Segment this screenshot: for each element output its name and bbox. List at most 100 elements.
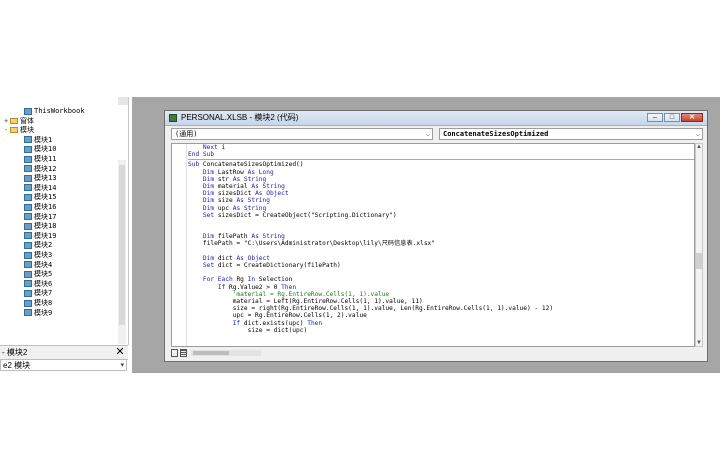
code-text: sizesDict = CreateObject("Scripting.Dict… — [214, 211, 397, 219]
code-line[interactable] — [188, 248, 694, 255]
code-window: PERSONAL.XLSB - 模块2 (代码) – □ ✕ (通用) ⌵ Co… — [164, 110, 708, 362]
scroll-down-arrow-icon[interactable]: ▼ — [695, 339, 703, 347]
code-line[interactable]: upc = Rg.EntireRow.Cells(1, 2).value — [188, 312, 694, 319]
code-text: size = dict(upc) — [188, 326, 308, 334]
procedure-combo[interactable]: ConcatenateSizesOptimized ⌵ — [439, 128, 703, 140]
module-icon — [24, 213, 32, 221]
tree-item[interactable]: 模块12 — [18, 165, 56, 174]
code-keyword: Sub — [188, 161, 200, 169]
code-line[interactable]: Sub ConcatenateSizesOptimized() — [188, 161, 694, 168]
code-margin[interactable] — [172, 144, 187, 346]
code-editor[interactable]: Next i End Sub Sub ConcatenateSizesOptimiz… — [171, 143, 695, 347]
code-line[interactable]: material = Left(Rg.EntireRow.Cells(1, 1)… — [188, 298, 694, 305]
code-text: ConcatenateSizesOptimized() — [199, 161, 304, 169]
tree-item[interactable]: 模块8 — [18, 299, 52, 308]
tree-item[interactable]: 模块9 — [18, 309, 52, 318]
code-line[interactable]: Set dict = CreateDictionary(filePath) — [188, 262, 694, 269]
tree-item-label: ThisWorkbook — [34, 107, 85, 115]
code-keyword: Set — [202, 211, 215, 219]
object-combo[interactable]: (通用) ⌵ — [171, 128, 433, 140]
code-line[interactable]: Next i — [188, 144, 694, 151]
close-icon[interactable]: ✕ — [114, 346, 126, 359]
scroll-up-arrow-icon[interactable]: ▲ — [695, 143, 703, 151]
project-explorer-scroll-thumb[interactable] — [119, 165, 125, 325]
code-text: size = right(Rg.EntireRow.Cells(1, 1).va… — [188, 305, 554, 313]
tree-item[interactable]: 模块2 — [18, 241, 52, 250]
tree-item[interactable]: 模块11 — [18, 155, 56, 164]
tree-item-label: 模块17 — [34, 212, 57, 221]
tree-item[interactable]: 模块18 — [18, 222, 56, 231]
module-icon — [24, 136, 32, 144]
code-keyword: As String — [251, 182, 285, 190]
tree-item-label: 模块12 — [34, 164, 57, 173]
module-icon — [24, 251, 32, 259]
tree-item[interactable]: 模块7 — [18, 289, 52, 298]
code-text: Selection — [255, 276, 293, 284]
code-vertical-scrollbar[interactable] — [695, 143, 703, 347]
tree-item[interactable]: + 窗体 — [4, 117, 34, 126]
project-explorer-scroll-up[interactable] — [118, 97, 128, 105]
properties-object-select[interactable]: e2 模块 ▾ — [0, 359, 127, 371]
tree-item[interactable]: 模块14 — [18, 184, 56, 193]
code-line[interactable]: size = right(Rg.EntireRow.Cells(1, 1).va… — [188, 305, 694, 312]
minimize-button[interactable]: – — [647, 113, 663, 122]
code-line[interactable]: Dim str As String — [188, 176, 694, 183]
code-keyword: Dim — [202, 204, 215, 212]
tree-item[interactable]: - 模块 — [4, 126, 34, 135]
code-window-titlebar[interactable]: PERSONAL.XLSB - 模块2 (代码) – □ ✕ — [165, 111, 707, 126]
tree-item[interactable]: 模块4 — [18, 261, 52, 270]
tree-item[interactable]: 模块16 — [18, 203, 56, 212]
module-icon — [24, 203, 32, 211]
code-line[interactable]: If Rg.Value2 > 0 Then — [188, 284, 694, 291]
code-line[interactable]: If dict.exists(upc) Then — [188, 320, 694, 327]
code-text: LastRow — [214, 168, 248, 176]
full-module-view-icon[interactable] — [180, 349, 187, 357]
tree-item[interactable]: 模块10 — [18, 145, 56, 154]
tree-item[interactable]: 模块1 — [18, 136, 52, 145]
module-icon — [24, 184, 32, 192]
code-text: str — [214, 175, 233, 183]
code-line[interactable]: Dim upc As String — [188, 205, 694, 212]
tree-item[interactable]: 模块5 — [18, 270, 52, 279]
code-vertical-scroll-thumb[interactable] — [696, 253, 702, 269]
code-text: i — [217, 144, 226, 151]
tree-item[interactable]: 模块17 — [18, 213, 56, 222]
close-button[interactable]: ✕ — [681, 113, 703, 122]
code-keyword: As String — [232, 204, 267, 212]
tree-item[interactable]: 模块3 — [18, 251, 52, 260]
code-line[interactable] — [188, 226, 694, 233]
tree-item[interactable]: ThisWorkbook — [18, 107, 85, 116]
code-text: upc = Rg.EntireRow.Cells(1, 2).value — [188, 312, 367, 320]
code-line[interactable] — [188, 269, 694, 276]
code-keyword: Dim — [202, 175, 215, 183]
tree-item[interactable]: 模块19 — [18, 232, 56, 241]
code-line[interactable]: End Sub — [188, 151, 694, 158]
code-line[interactable]: Dim sizesDict As Object — [188, 190, 694, 197]
code-line[interactable]: Dim dict As Object — [188, 255, 694, 262]
tree-item[interactable]: 模块6 — [18, 280, 52, 289]
tree-item[interactable]: 模块13 — [18, 174, 56, 183]
chevron-down-icon: ⌵ — [695, 130, 700, 138]
code-line[interactable]: Dim material As String — [188, 183, 694, 190]
code-line[interactable]: 'material = Rg.EntireRow.Cells(1, 1).val… — [188, 291, 694, 298]
maximize-button[interactable]: □ — [664, 113, 680, 122]
code-line[interactable]: filePath = "C:\Users\Administrator\Deskt… — [188, 240, 694, 247]
tree-item-label: 窗体 — [20, 116, 34, 125]
tree-item-label: 模块7 — [34, 289, 53, 298]
code-keyword: Dim — [202, 168, 215, 176]
excel-object-icon — [24, 107, 32, 115]
code-line[interactable]: Dim size As String — [188, 197, 694, 204]
code-keyword: Set — [202, 262, 215, 269]
tree-item-label: 模块2 — [34, 241, 53, 250]
procedure-view-icon[interactable] — [171, 349, 178, 357]
tree-item[interactable]: 模块15 — [18, 193, 56, 202]
code-line[interactable]: size = dict(upc) — [188, 327, 694, 334]
code-line[interactable]: Dim LastRow As Long — [188, 169, 694, 176]
code-horizontal-scroll-thumb[interactable] — [193, 351, 229, 355]
code-line[interactable]: Set sizesDict = CreateObject("Scripting.… — [188, 212, 694, 219]
code-line[interactable] — [188, 219, 694, 226]
code-line[interactable]: For Each Rg In Selection — [188, 276, 694, 283]
